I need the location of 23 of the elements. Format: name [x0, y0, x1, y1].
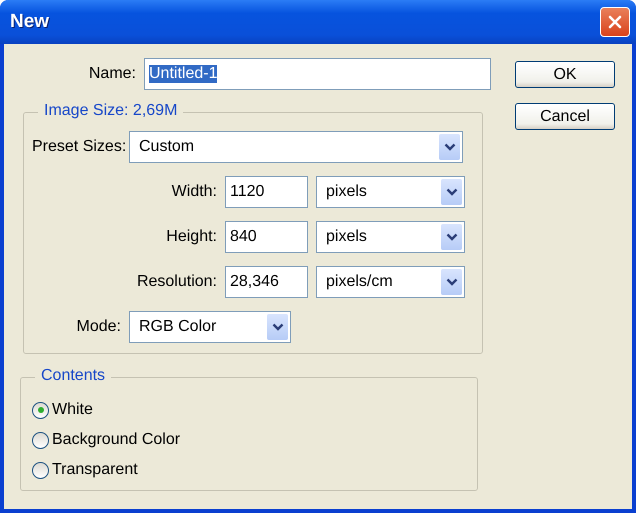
- close-icon: [607, 14, 623, 30]
- close-button[interactable]: [600, 7, 630, 37]
- unit-dropdown[interactable]: pixels/cm: [316, 266, 465, 298]
- cancel-button[interactable]: Cancel: [515, 103, 615, 130]
- field-label: Name:: [88, 65, 136, 83]
- group-legend: Image Size: 2,69M: [38, 102, 184, 120]
- window-title: New: [10, 11, 50, 33]
- preset-dropdown[interactable]: Custom: [129, 131, 463, 163]
- name-field[interactable]: Untitled-1: [144, 58, 491, 90]
- mode-dropdown[interactable]: RGB Color: [129, 311, 291, 343]
- number-field[interactable]: 840: [225, 221, 308, 253]
- field-label: Height:: [165, 228, 217, 246]
- field-label: Width:: [170, 183, 217, 201]
- unit-dropdown[interactable]: pixels: [316, 176, 465, 208]
- ok-button[interactable]: OK: [515, 61, 615, 88]
- field-label: Mode:: [76, 318, 121, 336]
- radio-option[interactable]: White: [32, 395, 477, 425]
- field-label: Resolution:: [136, 273, 217, 291]
- unit-dropdown[interactable]: pixels: [316, 221, 465, 253]
- number-field[interactable]: 1120: [225, 176, 308, 208]
- radio-option[interactable]: Background Color: [32, 425, 477, 455]
- number-field[interactable]: 28,346: [225, 266, 308, 298]
- radio-option[interactable]: Transparent: [32, 455, 477, 485]
